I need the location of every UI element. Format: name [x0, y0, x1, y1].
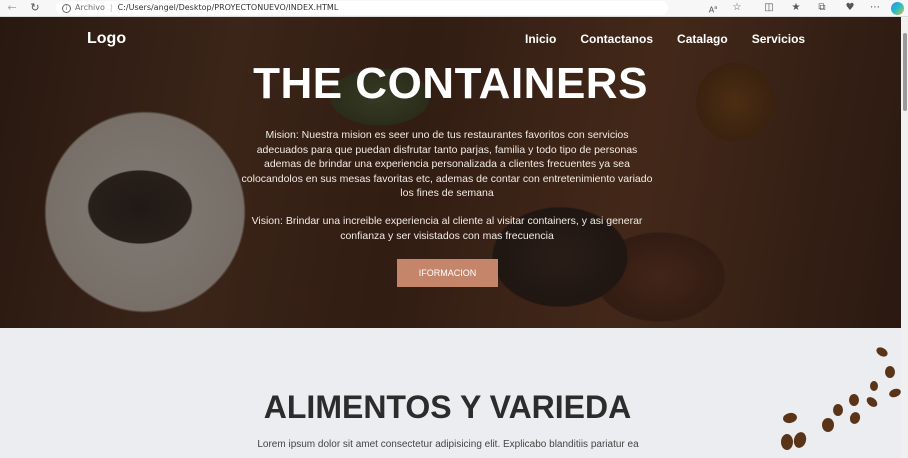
nav-inicio[interactable]: Inicio [525, 32, 556, 46]
read-aloud-icon[interactable]: Aa [706, 1, 720, 15]
main-nav: Inicio Contactanos Catalago Servicios [525, 32, 829, 46]
page-scrollbar[interactable] [901, 17, 908, 458]
split-screen-icon[interactable]: ◫ [762, 1, 776, 15]
nav-contactanos[interactable]: Contactanos [580, 32, 653, 46]
address-separator: | [109, 3, 113, 12]
extensions-icon[interactable]: ♥ [843, 1, 857, 15]
address-bar[interactable]: i Archivo | C:/Users/angel/Desktop/PROYECTO… [56, 1, 668, 15]
nav-servicios[interactable]: Servicios [752, 32, 805, 46]
coffee-beans-image [781, 347, 901, 450]
mision-text: Mision: Nuestra mision es seer uno de tu… [241, 129, 653, 199]
back-arrow-icon[interactable]: ← [5, 1, 19, 15]
hero-title: THE CONTAINERS [253, 59, 648, 108]
more-menu-icon[interactable]: ⋯ [868, 1, 882, 15]
info-icon[interactable]: i [62, 4, 71, 13]
logo[interactable]: Logo [87, 30, 126, 48]
hero-section: Logo Inicio Contactanos Catalago Servici… [0, 17, 901, 328]
site-type-label: Archivo [75, 3, 105, 12]
alimentos-section: ALIMENTOS Y VARIEDA Lorem ipsum dolor si… [0, 328, 901, 458]
url-text: C:/Users/angel/Desktop/PROYECTONUEVO/IND… [117, 3, 339, 12]
scroll-thumb[interactable] [903, 33, 907, 111]
favorites-icon[interactable]: ★ [789, 1, 803, 15]
vision-text: Vision: Brindar una increible experienci… [251, 215, 643, 242]
favorite-star-icon[interactable]: ☆ [730, 1, 744, 15]
nav-catalago[interactable]: Catalago [677, 32, 728, 46]
refresh-icon[interactable]: ↻ [28, 1, 42, 15]
informacion-button[interactable]: IFORMACION [397, 259, 498, 287]
section-title: ALIMENTOS Y VARIEDA [263, 389, 632, 425]
collections-icon[interactable]: ⧉ [815, 1, 829, 15]
browser-toolbar: ← ↻ i Archivo | C:/Users/angel/Desktop/PROY… [0, 0, 908, 17]
copilot-icon[interactable] [891, 2, 904, 15]
section-text: Lorem ipsum dolor sit amet consectetur a… [257, 439, 639, 450]
